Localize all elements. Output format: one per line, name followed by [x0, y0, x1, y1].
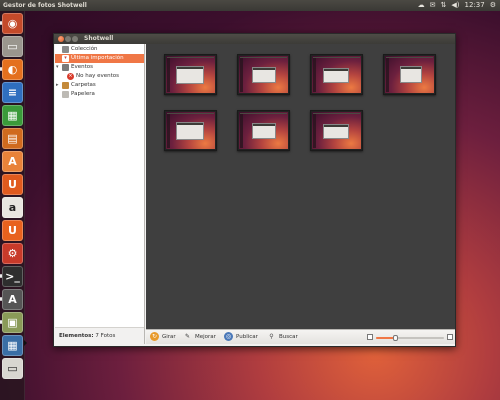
sidebar-item-label: Carpetas: [71, 82, 96, 88]
no-events-icon: ×: [67, 73, 74, 80]
rotate-label: Girar: [162, 334, 176, 340]
photo-grid: [146, 44, 455, 329]
sidebar-item-label: Papelera: [71, 91, 95, 97]
search-button[interactable]: ⚲ Buscar: [267, 332, 298, 343]
indicator-area: ☁ ✉ ⇅ ◀) 12:37 ⚙: [418, 0, 500, 11]
calc-icon[interactable]: ▦: [2, 105, 23, 126]
zoom-slider[interactable]: [367, 334, 453, 341]
import-icon: ▾: [62, 55, 69, 62]
close-button[interactable]: [58, 36, 64, 42]
sidebar-item-trash[interactable]: Papelera: [55, 90, 144, 99]
sidebar-item-label: No hay eventos: [76, 73, 119, 79]
expander-right-icon[interactable]: ▸: [56, 81, 59, 90]
publish-label: Publicar: [236, 334, 258, 340]
toolbar: ↻ Girar ✎ Mejorar ◎ Publicar ⚲ Buscar: [146, 329, 455, 344]
sidebar-item-label: Colección: [71, 46, 98, 52]
thumbnail-image: [239, 56, 288, 93]
thumbnail-image: [385, 56, 434, 93]
mouse-cursor: [24, 340, 27, 346]
sidebar-item-library[interactable]: Colección: [55, 45, 144, 54]
photo-thumbnail[interactable]: [164, 110, 217, 151]
running-indicator: [0, 67, 2, 71]
photo-thumbnail[interactable]: [237, 110, 290, 151]
events-icon: [62, 64, 69, 71]
ubuntu-one-music-icon[interactable]: U: [2, 220, 23, 241]
zoom-in-icon[interactable]: [447, 334, 453, 340]
zoom-track[interactable]: [376, 335, 444, 341]
dash-home-icon[interactable]: ◉: [2, 13, 23, 34]
network-icon[interactable]: ⇅: [441, 0, 447, 11]
ubuntu-one-icon[interactable]: U: [2, 174, 23, 195]
sidebar-item-label: Última importación: [71, 55, 124, 61]
sidebar-item-folders[interactable]: ▸ Carpetas: [55, 81, 144, 90]
thumbnail-image: [239, 112, 288, 149]
update-manager-icon[interactable]: A: [2, 289, 23, 310]
publish-icon: ◎: [224, 332, 233, 341]
shotwell-icon[interactable]: ▣: [2, 312, 23, 333]
workspace-switcher-icon[interactable]: ▦: [2, 335, 23, 356]
window-titlebar[interactable]: Shotwell: [54, 34, 455, 44]
status-value: 7 Fotos: [95, 333, 116, 339]
status-label: Elementos:: [59, 333, 94, 339]
folders-icon: [62, 82, 69, 89]
photo-thumbnail[interactable]: [237, 54, 290, 95]
window-title: Shotwell: [84, 35, 114, 42]
amazon-icon[interactable]: a: [2, 197, 23, 218]
app-title: Gestor de fotos Shotwell: [3, 2, 87, 9]
rotate-button[interactable]: ↻ Girar: [150, 332, 176, 343]
running-indicator: [0, 21, 2, 25]
maximize-button[interactable]: [72, 36, 78, 42]
thumbnail-image: [312, 112, 361, 149]
photo-thumbnail[interactable]: [164, 54, 217, 95]
files-icon[interactable]: ▭: [2, 36, 23, 57]
running-indicator: [0, 320, 2, 324]
mail-icon[interactable]: ✉: [430, 0, 436, 11]
power-gear-icon[interactable]: ⚙: [490, 0, 496, 11]
running-indicator: [0, 274, 2, 278]
zoom-handle[interactable]: [393, 335, 399, 341]
launcher: ◉ ▭ ◐ ≡ ▦ ▤ A Ua U ⚙ >_ A ▣ ▦ ▭: [0, 11, 25, 400]
sidebar: Colección ▾ Última importación ▾ Eventos…: [55, 44, 145, 344]
volume-icon[interactable]: ◀): [451, 0, 459, 11]
search-icon: ⚲: [269, 333, 274, 340]
photo-thumbnail[interactable]: [310, 54, 363, 95]
writer-icon[interactable]: ≡: [2, 82, 23, 103]
running-indicator: [0, 297, 2, 301]
enhance-label: Mejorar: [195, 334, 216, 340]
library-icon: [62, 46, 69, 53]
sidebar-item-label: Eventos: [71, 64, 93, 70]
sidebar-item-no-events[interactable]: × No hay eventos: [55, 72, 144, 81]
firefox-icon[interactable]: ◐: [2, 59, 23, 80]
sidebar-item-last-import[interactable]: ▾ Última importación: [55, 54, 144, 63]
top-panel: Gestor de fotos Shotwell ☁ ✉ ⇅ ◀) 12:37 …: [0, 0, 500, 11]
minimize-button[interactable]: [65, 36, 71, 42]
status-area: Elementos: 7 Fotos: [55, 327, 144, 344]
thumbnail-image: [166, 112, 215, 149]
search-label: Buscar: [279, 334, 298, 340]
zoom-out-icon[interactable]: [367, 334, 373, 340]
system-settings-icon[interactable]: ⚙: [2, 243, 23, 264]
sidebar-item-events[interactable]: ▾ Eventos: [55, 63, 144, 72]
enhance-icon: ✎: [184, 333, 191, 340]
terminal-icon[interactable]: >_: [2, 266, 23, 287]
shotwell-window: Shotwell Colección ▾ Última importación …: [53, 33, 456, 347]
rotate-icon: ↻: [150, 332, 159, 341]
photo-thumbnail[interactable]: [310, 110, 363, 151]
trash-icon: [62, 91, 69, 98]
photo-thumbnail[interactable]: [383, 54, 436, 95]
software-center-icon[interactable]: A: [2, 151, 23, 172]
thumbnail-image: [166, 56, 215, 93]
publish-button[interactable]: ◎ Publicar: [224, 332, 258, 343]
thumbnail-image: [312, 56, 361, 93]
expander-down-icon[interactable]: ▾: [56, 63, 59, 72]
enhance-button[interactable]: ✎ Mejorar: [183, 332, 216, 343]
clock[interactable]: 12:37: [465, 0, 485, 11]
impress-icon[interactable]: ▤: [2, 128, 23, 149]
trash-icon[interactable]: ▭: [2, 358, 23, 379]
cloud-icon[interactable]: ☁: [418, 0, 425, 11]
